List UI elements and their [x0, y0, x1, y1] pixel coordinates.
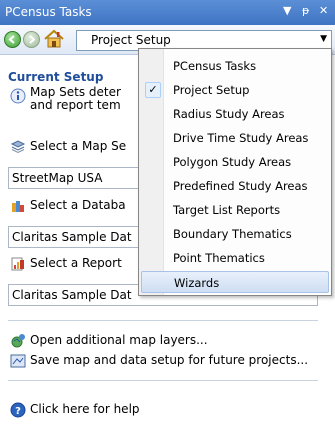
pin-icon[interactable]: ᵽ	[302, 4, 309, 17]
task-dropdown-list: PCensus Tasks ✓ Project Setup Radius Stu…	[138, 48, 332, 296]
info-text: Map Sets deter and report tem	[30, 86, 121, 112]
close-icon[interactable]: ✕	[319, 4, 328, 17]
task-selector-value: Project Setup	[91, 33, 171, 47]
dropdown-item-project-setup[interactable]: ✓ Project Setup	[141, 79, 329, 101]
help-icon: ?	[10, 402, 26, 418]
dropdown-item-label: Point Thematics	[173, 251, 265, 265]
home-icon[interactable]	[43, 29, 65, 49]
report-value: Claritas Sample Dat	[12, 288, 132, 302]
dropdown-item-label: PCensus Tasks	[173, 59, 257, 73]
dropdown-item-label: Predefined Study Areas	[173, 179, 308, 193]
info-icon	[10, 88, 26, 104]
dropdown-item-boundary-thematics[interactable]: Boundary Thematics	[141, 223, 329, 245]
chevron-down-icon[interactable]: ▼	[320, 34, 327, 44]
dropdown-item-drive-time-study-areas[interactable]: Drive Time Study Areas	[141, 127, 329, 149]
help-link[interactable]: Click here for help	[30, 402, 140, 416]
map-set-icon	[10, 140, 26, 154]
dropdown-item-wizards[interactable]: Wizards	[141, 271, 329, 293]
map-layers-icon	[11, 334, 25, 348]
database-value: Claritas Sample Dat	[12, 230, 132, 244]
forward-arrow-icon[interactable]	[23, 31, 40, 48]
report-icon	[11, 257, 24, 271]
info-line-2: and report tem	[30, 98, 121, 112]
svg-text:?: ?	[15, 406, 21, 417]
dropdown-item-label: Drive Time Study Areas	[173, 131, 309, 145]
dropdown-item-radius-study-areas[interactable]: Radius Study Areas	[141, 103, 329, 125]
dropdown-item-target-list-reports[interactable]: Target List Reports	[141, 199, 329, 221]
separator	[8, 380, 318, 381]
map-set-value: StreetMap USA	[12, 171, 103, 185]
dropdown-item-pcensus-tasks[interactable]: PCensus Tasks	[141, 55, 329, 77]
dropdown-item-polygon-study-areas[interactable]: Polygon Study Areas	[141, 151, 329, 173]
current-setup-heading: Current Setup	[8, 70, 104, 84]
dropdown-item-label: Polygon Study Areas	[173, 155, 292, 169]
select-database-link[interactable]: Select a Databa	[30, 198, 126, 212]
dropdown-item-label: Wizards	[174, 276, 220, 290]
title-bar: PCensus Tasks ▼ ᵽ ✕	[0, 0, 335, 25]
dropdown-item-label: Project Setup	[173, 83, 250, 97]
save-setup-link[interactable]: Save map and data setup for future proje…	[30, 353, 308, 367]
dropdown-item-label: Target List Reports	[173, 203, 281, 217]
dropdown-item-label: Boundary Thematics	[173, 227, 292, 241]
menu-arrow-icon[interactable]: ▼	[283, 4, 291, 17]
select-map-set-link[interactable]: Select a Map Se	[30, 139, 126, 153]
save-setup-icon	[10, 354, 26, 368]
check-icon: ✓	[145, 82, 161, 98]
database-icon	[12, 201, 24, 212]
dropdown-item-label: Radius Study Areas	[173, 107, 285, 121]
select-report-link[interactable]: Select a Report	[30, 256, 122, 270]
open-map-layers-link[interactable]: Open additional map layers...	[30, 333, 208, 347]
window-title: PCensus Tasks	[5, 5, 92, 19]
dropdown-item-predefined-study-areas[interactable]: Predefined Study Areas	[141, 175, 329, 197]
dropdown-item-point-thematics[interactable]: Point Thematics	[141, 247, 329, 269]
back-arrow-icon[interactable]	[4, 31, 21, 48]
separator	[8, 320, 318, 321]
